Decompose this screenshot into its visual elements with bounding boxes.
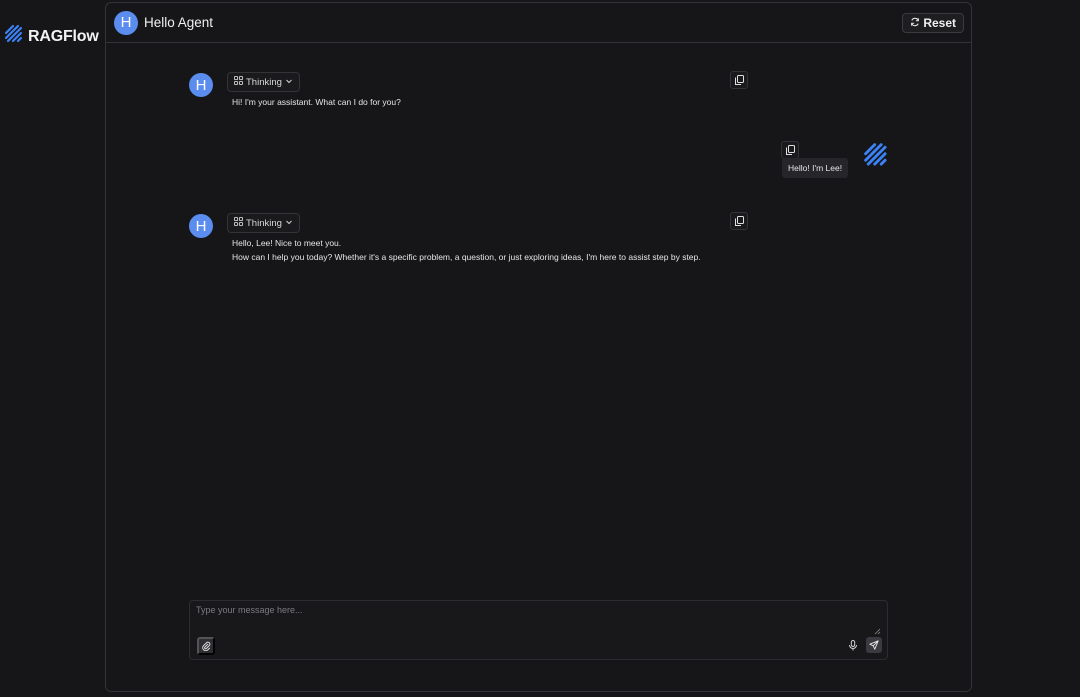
brand[interactable]: RAGFlow [4, 24, 99, 49]
copy-button[interactable] [730, 212, 748, 230]
assistant-message: Hello, Lee! Nice to meet you. How can I … [232, 236, 701, 264]
reset-button[interactable]: Reset [902, 13, 964, 33]
assistant-avatar: H [189, 73, 213, 97]
agent-avatar: H [114, 10, 138, 35]
thinking-toggle[interactable]: Thinking [227, 213, 300, 233]
ragflow-logo-icon [4, 24, 24, 49]
refresh-icon [910, 16, 920, 30]
paperclip-icon [201, 639, 211, 654]
assistant-message: Hi! I'm your assistant. What can I do fo… [232, 95, 401, 109]
send-icon [869, 638, 879, 653]
copy-icon [734, 73, 744, 88]
copy-button[interactable] [730, 71, 748, 89]
copy-button[interactable] [781, 141, 799, 159]
page-title: Hello Agent [144, 15, 214, 30]
thinking-label: Thinking [246, 76, 282, 88]
copy-icon [734, 214, 744, 229]
user-message: Hello! I'm Lee! [782, 158, 849, 178]
reset-label: Reset [923, 16, 956, 30]
chevron-down-icon [285, 218, 293, 229]
grid-icon [234, 217, 243, 229]
chat-header: H Hello Agent Reset [106, 3, 971, 43]
thinking-label: Thinking [246, 217, 282, 229]
microphone-button[interactable] [846, 639, 860, 653]
thinking-toggle[interactable]: Thinking [227, 72, 300, 92]
grid-icon [234, 76, 243, 88]
message-input[interactable] [196, 605, 882, 631]
assistant-avatar: H [189, 214, 213, 238]
message-line: Hi! I'm your assistant. What can I do fo… [232, 97, 401, 107]
message-line: Hello, Lee! Nice to meet you. [232, 238, 342, 248]
chevron-down-icon [285, 77, 293, 88]
message-composer [189, 600, 888, 660]
attach-button[interactable] [197, 637, 215, 655]
chat-panel: H Hello Agent Reset H Thinking Hi! I'm y… [105, 2, 972, 692]
send-button[interactable] [866, 637, 882, 653]
copy-icon [785, 143, 795, 158]
message-line: How can I help you today? Whether it's a… [232, 252, 701, 262]
brand-name: RAGFlow [28, 27, 99, 45]
microphone-icon [848, 639, 858, 654]
user-avatar-ragflow-icon [863, 142, 889, 173]
